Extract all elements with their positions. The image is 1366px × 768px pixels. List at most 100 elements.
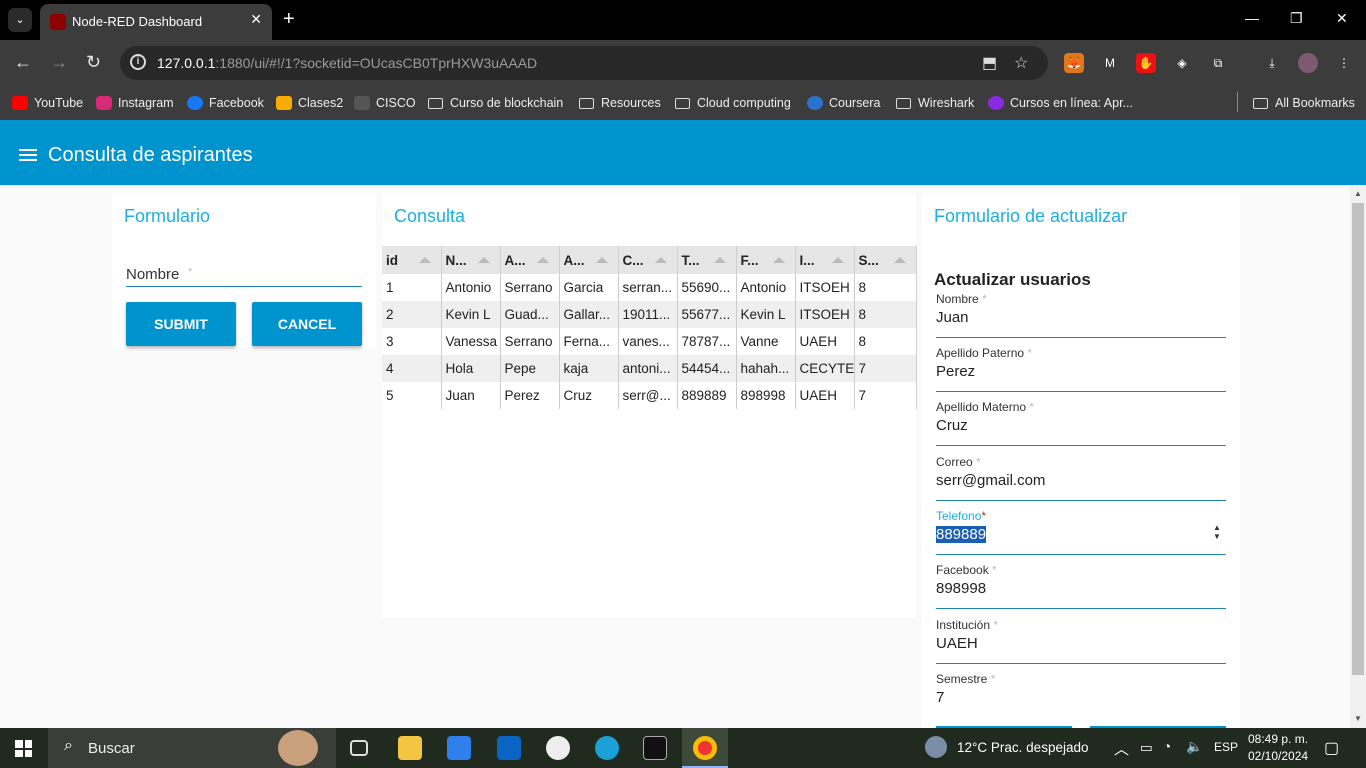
file-explorer-icon[interactable]	[398, 736, 422, 760]
metamask-extension-icon[interactable]: 🦊	[1064, 53, 1084, 73]
update-apellido-paterno-field[interactable]: Apellido Paterno * Perez	[936, 346, 1226, 392]
update-nombre-field[interactable]: Nombre * Juan	[936, 292, 1226, 338]
chrome-icon[interactable]	[693, 736, 717, 760]
bookmark-instagram[interactable]: Instagram	[96, 93, 174, 113]
adblock-extension-icon[interactable]: ✋	[1136, 53, 1156, 73]
downloads-icon[interactable]: ⤓	[1262, 53, 1282, 73]
update-institucion-input[interactable]: UAEH	[936, 635, 978, 652]
bookmark-folder-wireshark[interactable]: Wireshark	[896, 93, 974, 113]
column-header[interactable]: S...	[854, 246, 917, 274]
update-nombre-input[interactable]: Juan	[936, 309, 969, 326]
bookmark-folder-resources[interactable]: Resources	[579, 93, 661, 113]
weather-text[interactable]: 12°C Prac. despejado	[957, 740, 1088, 755]
column-header[interactable]: A...	[559, 246, 619, 274]
column-header[interactable]: A...	[500, 246, 560, 274]
table-row[interactable]: 4 Hola Pepe kaja antoni... 54454... hahah... CE…	[382, 355, 917, 382]
scroll-down-icon[interactable]: ▼	[1354, 714, 1362, 723]
bookmark-clases2[interactable]: Clases2	[276, 93, 343, 113]
column-header[interactable]: C...	[618, 246, 678, 274]
sort-arrow-icon[interactable]	[418, 257, 431, 263]
close-window-icon[interactable]: ✕	[1336, 10, 1348, 27]
table-row[interactable]: 3 Vanessa Serrano Ferna... vanes... 78787... V…	[382, 328, 917, 355]
bookmark-folder-cloud[interactable]: Cloud computing	[675, 93, 791, 113]
language-indicator[interactable]: ESP	[1214, 740, 1238, 754]
page-scrollbar[interactable]: ▲ ▼	[1350, 185, 1366, 728]
update-institucion-field[interactable]: Institución * UAEH	[936, 618, 1226, 664]
submit-button[interactable]: SUBMIT	[126, 302, 236, 346]
restore-icon[interactable]: ❐	[1290, 10, 1303, 27]
volume-icon[interactable]: 🔈	[1186, 739, 1203, 755]
install-app-icon[interactable]: ⬒	[982, 53, 997, 73]
scrollbar-thumb[interactable]	[1352, 203, 1364, 675]
bookmark-folder-blockchain[interactable]: Curso de blockchain	[428, 93, 563, 113]
wifi-icon[interactable]: ◔	[1163, 739, 1171, 754]
bookmark-facebook[interactable]: Facebook	[187, 93, 264, 113]
edge-icon[interactable]	[595, 736, 619, 760]
bookmark-youtube[interactable]: YouTube	[12, 93, 83, 113]
task-view-icon[interactable]	[350, 740, 368, 756]
url-text[interactable]: 127.0.0.1:1880/ui/#!/1?socketid=OUcasCB0…	[157, 55, 537, 71]
table-row[interactable]: 2 Kevin L Guad... Gallar... 19011... 55677...…	[382, 301, 917, 328]
nombre-field[interactable]: Nombre *	[126, 262, 362, 287]
sort-arrow-icon[interactable]	[831, 257, 844, 263]
menu-icon[interactable]	[19, 149, 37, 161]
profile-avatar[interactable]	[1298, 53, 1318, 73]
address-bar[interactable]: i 127.0.0.1:1880/ui/#!/1?socketid=OUcasC…	[120, 46, 1048, 80]
sort-arrow-icon[interactable]	[654, 257, 667, 263]
sort-arrow-icon[interactable]	[713, 257, 726, 263]
taskbar-search-box[interactable]: ⌕ Buscar	[48, 728, 336, 768]
taskbar-clock[interactable]: 08:49 p. m. 02/10/2024	[1248, 731, 1308, 765]
update-semestre-field[interactable]: Semestre * 7	[936, 672, 1226, 718]
new-tab-button[interactable]: +	[283, 8, 295, 30]
update-apellido-materno-field[interactable]: Apellido Materno * Cruz	[936, 400, 1226, 446]
update-apellido-paterno-input[interactable]: Perez	[936, 363, 975, 380]
sort-arrow-icon[interactable]	[477, 257, 490, 263]
outlook-icon[interactable]	[497, 736, 521, 760]
all-bookmarks[interactable]: All Bookmarks	[1253, 93, 1355, 113]
browser-tab[interactable]: Node-RED Dashboard ✕	[40, 4, 272, 40]
notifications-icon[interactable]: ▢	[1324, 738, 1339, 758]
bookmark-cisco[interactable]: CISCO	[354, 93, 416, 113]
back-icon[interactable]: ←	[14, 52, 32, 72]
bookmark-coursera[interactable]: Coursera	[807, 93, 880, 113]
windows-start-icon[interactable]	[15, 740, 32, 757]
tab-close-icon[interactable]: ✕	[250, 11, 262, 28]
table-row[interactable]: 1 Antonio Serrano Garcia serran... 55690... An…	[382, 274, 917, 301]
column-header[interactable]: N...	[441, 246, 501, 274]
browser-menu-icon[interactable]: ⋮	[1334, 53, 1354, 73]
bookmark-cursos[interactable]: Cursos en línea: Apr...	[988, 93, 1133, 113]
sort-arrow-icon[interactable]	[536, 257, 549, 263]
extensions-puzzle-icon[interactable]: ⧉	[1208, 53, 1228, 73]
column-header[interactable]: id	[382, 246, 442, 274]
site-info-icon[interactable]: i	[130, 54, 146, 70]
microsoft-store-icon[interactable]	[447, 736, 471, 760]
update-facebook-input[interactable]: 898998	[936, 580, 986, 597]
update-apellido-materno-input[interactable]: Cruz	[936, 417, 968, 434]
update-telefono-input[interactable]: 889889	[936, 526, 987, 543]
number-stepper-icon[interactable]: ▲ ▼	[1212, 523, 1222, 541]
scroll-up-icon[interactable]: ▲	[1354, 189, 1362, 198]
column-header[interactable]: T...	[677, 246, 737, 274]
cancel-button[interactable]: CANCEL	[252, 302, 362, 346]
tab-search-button[interactable]: ⌄	[8, 8, 32, 32]
forward-icon[interactable]: →	[50, 52, 68, 72]
update-correo-input[interactable]: serr@gmail.com	[936, 472, 1045, 489]
weather-icon[interactable]	[925, 736, 947, 758]
table-row[interactable]: 5 Juan Perez Cruz serr@... 889889 898998 UAEH 7	[382, 382, 917, 409]
column-header[interactable]: F...	[736, 246, 796, 274]
bookmark-star-icon[interactable]: ☆	[1014, 53, 1028, 73]
column-header[interactable]: I...	[795, 246, 855, 274]
update-correo-field[interactable]: Correo * serr@gmail.com	[936, 455, 1226, 501]
battery-icon[interactable]: ▭	[1140, 740, 1153, 756]
tray-overflow-icon[interactable]: ︿	[1114, 738, 1129, 759]
update-telefono-field[interactable]: Telefono* 889889 ▲ ▼	[936, 509, 1226, 555]
sort-arrow-icon[interactable]	[595, 257, 608, 263]
sort-arrow-icon[interactable]	[893, 257, 906, 263]
reload-icon[interactable]: ↻	[86, 52, 101, 72]
minimize-icon[interactable]: —	[1245, 10, 1259, 26]
malwarebytes-extension-icon[interactable]: M	[1100, 53, 1120, 73]
privacy-extension-icon[interactable]: ◈	[1172, 53, 1192, 73]
sort-arrow-icon[interactable]	[772, 257, 785, 263]
update-semestre-input[interactable]: 7	[936, 689, 944, 706]
update-facebook-field[interactable]: Facebook * 898998	[936, 563, 1226, 609]
